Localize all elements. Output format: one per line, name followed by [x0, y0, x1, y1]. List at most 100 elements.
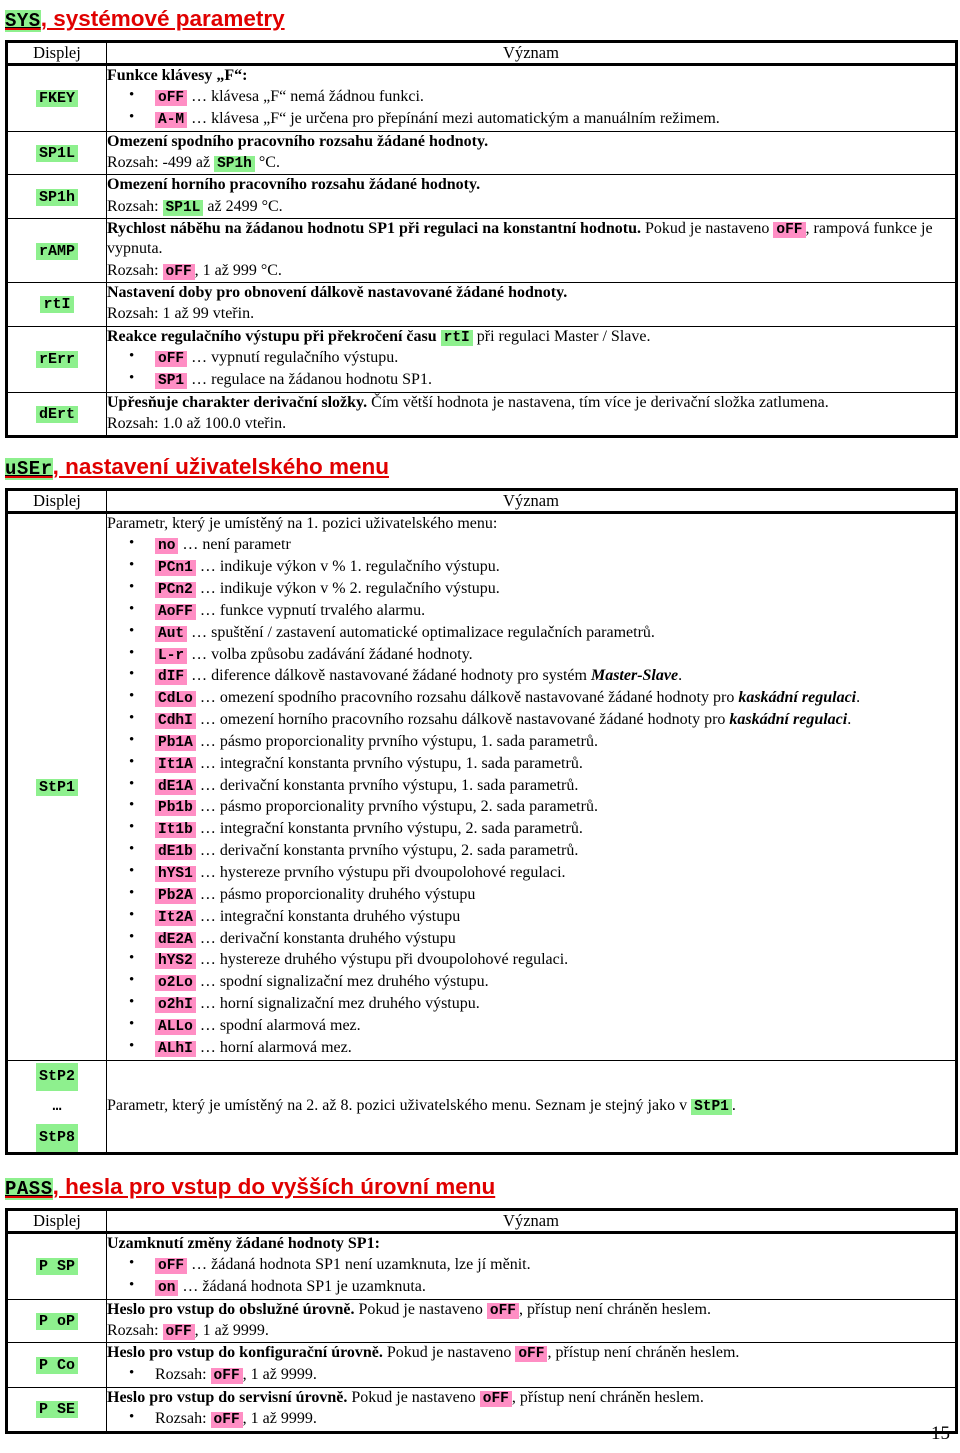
table-row: P SE Heslo pro vstup do servisní úrovně.… — [6, 1386, 957, 1433]
list-item-text: … hystereze druhého výstupu při dvoupolo… — [195, 951, 569, 969]
value-chip: ALLo — [155, 1018, 196, 1035]
row-intro-rest-b: při regulaci Master / Slave. — [472, 327, 651, 345]
table-sys: Displej Význam FKEY Funkce klávesy „F“: … — [5, 39, 958, 439]
table-row: StP1 Parametr, který je umístěný na 1. p… — [6, 512, 957, 1061]
list-item: AoFF … funkce vypnutí trvalého alarmu. — [129, 600, 955, 622]
list-item-text: … integrační konstanta prvního výstupu, … — [195, 754, 583, 772]
display-cell: SP1h — [6, 174, 107, 219]
list-item-text: … regulace na žádanou hodnotu SP1. — [187, 370, 432, 388]
list-item: Rozsah: oFF, 1 až 9999. — [129, 1408, 955, 1430]
value-chip: oFF — [155, 89, 188, 106]
value-chip: AoFF — [155, 603, 196, 620]
list-item: ALhI … horní alarmová mez. — [129, 1037, 955, 1059]
list-item-tail: . — [856, 689, 861, 707]
row-intro-bold: Reakce regulačního výstupu při překročen… — [107, 327, 441, 345]
list-item-text: … spuštění / zastavení automatické optim… — [187, 623, 655, 641]
list-item: dE1A … derivační konstanta prvního výstu… — [129, 775, 955, 797]
value-chip: oFF — [155, 1257, 188, 1274]
display-cell: dErt — [6, 391, 107, 438]
display-cell: P Co — [6, 1342, 107, 1388]
meaning-cell: Uzamknutí změny žádané hodnoty SP1: oFF … — [106, 1231, 957, 1300]
document-page: SYS, systémové parametry Displej Význam … — [0, 0, 960, 1453]
display-cell: rAMP — [6, 217, 107, 284]
column-header-meaning: Význam — [106, 1208, 957, 1234]
value-chip: hYS2 — [155, 953, 196, 970]
meaning-cell: Parametr, který je umístěný na 2. až 8. … — [106, 1059, 957, 1155]
display-code-chip: StP2 — [35, 1062, 78, 1092]
display-cell: rErr — [6, 325, 107, 393]
value-chip: Pb1A — [155, 734, 196, 751]
column-header-meaning: Význam — [106, 489, 957, 514]
table-row: SP1h Omezení horního pracovního rozsahu … — [6, 174, 957, 219]
value-chip: It1A — [155, 756, 196, 773]
meaning-cell: Heslo pro vstup do servisní úrovně. Poku… — [106, 1386, 957, 1433]
bullet-list: oFF … klávesa „F“ nemá žádnou funkci. A-… — [107, 86, 955, 130]
bullet-list: oFF … vypnutí regulačního výstupu. SP1 …… — [107, 347, 955, 391]
list-item-text: … funkce vypnutí trvalého alarmu. — [195, 601, 426, 619]
list-item-text: … integrační konstanta prvního výstupu, … — [195, 820, 583, 838]
display-ellipsis: … — [52, 1098, 62, 1116]
list-item-text: … diference dálkově nastavované žádané h… — [187, 667, 591, 685]
list-item-text: … derivační konstanta prvního výstupu, 1… — [195, 776, 579, 794]
row-intro-rest-a: Pokud je nastaveno — [382, 1344, 516, 1362]
row-intro-rest-a: Pokud je nastaveno — [347, 1388, 480, 1406]
value-chip: o2Lo — [155, 975, 196, 992]
list-item: Rozsah: oFF, 1 až 9999. — [129, 1364, 955, 1386]
row-intro: Rychlost náběhu na žádanou hodnotu SP1 p… — [107, 219, 955, 260]
display-code-chip: SP1h — [35, 188, 78, 206]
list-item-text: … žádaná hodnota SP1 není uzamknuta, lze… — [187, 1255, 531, 1273]
display-code-chip: P SP — [35, 1258, 78, 1276]
list-item: hYS2 … hystereze druhého výstupu při dvo… — [129, 949, 955, 971]
range-prefix: Rozsah: — [155, 1365, 211, 1383]
range-suffix: až 2499 °C. — [203, 197, 283, 215]
value-chip: A-M — [155, 111, 188, 128]
bullet-list: no … není parametrPCn1 … indikuje výkon … — [107, 534, 955, 1059]
range-chip: SP1h — [214, 155, 255, 172]
column-header-display: Displej — [6, 40, 107, 66]
list-item: on … žádaná hodnota SP1 je uzamknuta. — [129, 1276, 955, 1298]
table-row: P Co Heslo pro vstup do konfigurační úro… — [6, 1342, 957, 1388]
list-item-text: … žádaná hodnota SP1 je uzamknuta. — [178, 1277, 426, 1295]
table-row: SP1L Omezení spodního pracovního rozsahu… — [6, 130, 957, 176]
display-code-chip: rAMP — [35, 242, 78, 260]
display-code-chip: StP1 — [35, 778, 78, 796]
range-suffix: , 1 až 9999. — [242, 1365, 317, 1383]
row-intro-bold: Upřesňuje charakter derivační složky. — [107, 393, 368, 411]
row-intro-bold: Heslo pro vstup do servisní úrovně. — [107, 1388, 348, 1406]
list-item: L-r … volba způsobu zadávání žádané hodn… — [129, 644, 955, 666]
table-row: rtI Nastavení doby pro obnovení dálkově … — [6, 282, 957, 327]
value-chip: PCn1 — [155, 560, 196, 577]
list-item: Pb1A … pásmo proporcionality prvního výs… — [129, 731, 955, 753]
row-range: Rozsah: -499 až SP1h °C. — [107, 153, 955, 173]
list-item-text: … indikuje výkon v % 2. regulačního výst… — [195, 580, 500, 597]
range-suffix: , 1 až 9999. — [194, 1322, 269, 1340]
value-chip: oFF — [773, 221, 806, 238]
list-item-text: … klávesa „F“ nemá žádnou funkci. — [187, 87, 424, 105]
section-title-user: , nastavení uživatelského menu — [52, 454, 389, 480]
row-intro-rest-a: Čím větší hodnota je nastavena, tím více… — [367, 393, 829, 411]
list-item: dE1b … derivační konstanta prvního výstu… — [129, 840, 955, 862]
row-intro-rest-b: , přístup není chráněn heslem. — [511, 1388, 704, 1406]
table-row: dErt Upřesňuje charakter derivační složk… — [6, 391, 957, 438]
list-item: o2Lo … spodní signalizační mez druhého v… — [129, 971, 955, 993]
range-prefix: Rozsah: — [107, 261, 163, 279]
list-item-emphasis: Master-Slave — [590, 667, 679, 685]
reference-chip: rtI — [440, 329, 473, 346]
value-chip: L-r — [155, 647, 188, 664]
row-range: Rozsah: oFF, 1 až 9999. — [107, 1321, 955, 1341]
list-item: PCn1 … indikuje výkon v % 1. regulačního… — [129, 556, 955, 578]
list-item-text: … horní alarmová mez. — [195, 1038, 352, 1056]
list-item: It1A … integrační konstanta prvního výst… — [129, 753, 955, 775]
table-row: rAMP Rychlost náběhu na žádanou hodnotu … — [6, 217, 957, 284]
list-item-text: … volba způsobu zadávání žádané hodnoty. — [187, 645, 473, 663]
display-cell: P SE — [6, 1386, 107, 1433]
section-code-pass: PASS — [5, 1178, 53, 1201]
section-heading-user: uSEr, nastavení uživatelského menu — [5, 454, 955, 481]
range-chip: oFF — [162, 1324, 195, 1341]
table-row: rErr Reakce regulačního výstupu při přek… — [6, 325, 957, 393]
table-header-row: Displej Význam — [6, 489, 957, 514]
section-heading-pass: PASS, hesla pro vstup do vyšších úrovní … — [5, 1174, 955, 1201]
list-item-text: … omezení spodního pracovního rozsahu dá… — [195, 689, 739, 707]
display-cell: SP1L — [6, 130, 107, 176]
value-chip: CdhI — [155, 713, 196, 730]
